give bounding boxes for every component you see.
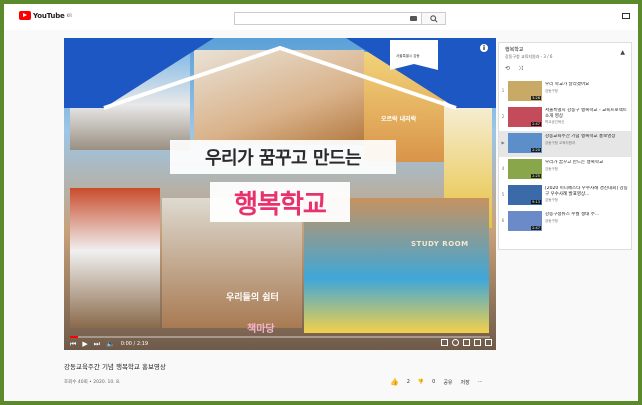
- playlist-tools: ⟲ ⤨: [505, 65, 523, 73]
- duration-badge: 2:47: [531, 226, 541, 230]
- duration-badge: 3:26: [531, 96, 541, 100]
- playlist-item-channel: 학교공간혁신: [545, 120, 565, 124]
- yard-label: 책마당: [247, 324, 275, 335]
- video-title: 강동교육주간 기념 행복학교 홍보영상: [64, 363, 166, 371]
- playlist-thumbnail[interactable]: 3:26: [508, 81, 542, 101]
- playlist-text: 강동구청뉴스 수월 생태 주... 강동구청: [545, 212, 629, 224]
- shuffle-icon[interactable]: ⤨: [518, 65, 523, 73]
- playlist-item-channel: 강동구청 교육지원과: [545, 140, 576, 145]
- more-button[interactable]: ⋯: [478, 379, 483, 385]
- title-banner: 우리가 꿈꾸고 만드는: [170, 140, 396, 174]
- shelter-label: 우리들의 쉼터: [226, 293, 279, 303]
- video-actions: 👍 2 👎 0 공유 저장 ⋯: [390, 378, 483, 386]
- browser-frame: YouTube KR 서울특별시 강동 i 오르락 내리락 우리가 꿈꾸고 만드…: [4, 4, 638, 401]
- playlist-index: 5: [501, 192, 505, 197]
- play-logo-icon: [19, 11, 31, 20]
- right-controls: [441, 339, 492, 346]
- playlist-thumbnail[interactable]: 9:13: [508, 185, 542, 205]
- keyboard-icon[interactable]: [410, 16, 417, 21]
- playlist-item-title[interactable]: 우리 학교가 달라졌어요: [545, 82, 629, 88]
- player-controls: ⏮ ▶ ⏭ 🔈 0:00 / 2:19: [64, 338, 496, 350]
- playlist-title[interactable]: 행복학교: [505, 46, 523, 53]
- miniplayer-icon[interactable]: [463, 339, 470, 346]
- playlist-text: 우리가 꿈꾸고 만드는 행복학교 강동구청: [545, 160, 629, 172]
- flag-text: 서울특별시 강동: [396, 54, 420, 58]
- youtube-logo[interactable]: YouTube KR: [19, 11, 72, 20]
- playlist-thumbnail[interactable]: 2:20: [508, 133, 542, 153]
- playlist-item-title[interactable]: 서울특별시 강동구 행복학교 - 교육프로젝트 소개 영상: [545, 108, 629, 119]
- like-icon[interactable]: 👍: [390, 378, 399, 386]
- previous-icon[interactable]: ⏮: [70, 340, 76, 349]
- playlist-index: 1: [501, 88, 505, 93]
- settings-icon[interactable]: [452, 339, 459, 346]
- playlist-text: 서울특별시 강동구 행복학교 - 교육프로젝트 소개 영상 학교공간혁신: [545, 108, 629, 125]
- search-input[interactable]: [234, 12, 422, 25]
- playlist-index: 4: [501, 166, 505, 171]
- duration-badge: 2:47: [531, 122, 541, 126]
- save-button[interactable]: 저장: [461, 379, 470, 386]
- search-icon: [430, 15, 438, 23]
- playlist-index: 6: [501, 218, 505, 223]
- duration-badge: 2:25: [531, 174, 541, 178]
- title-banner-2: 행복학교: [210, 182, 350, 222]
- playlist-item-title[interactable]: [2020 미니페스타 우수사례 경진대회] 강동구 우수사례 발표영상...: [545, 186, 629, 197]
- playlist-item-channel: 강동구청: [545, 198, 558, 202]
- playlist-item-channel: 강동구청: [545, 166, 558, 171]
- playlist-text: 강동교육주간 기념 행복학교 홍보영상 강동구청 교육지원과: [545, 134, 629, 146]
- info-icon[interactable]: i: [480, 44, 488, 52]
- playlist-item[interactable]: 5 9:13 [2020 미니페스타 우수사례 경진대회] 강동구 우수사례 발표영…: [499, 183, 631, 209]
- playlist-item[interactable]: 1 3:26 우리 학교가 달라졌어요 강동구청: [499, 79, 631, 105]
- theater-icon[interactable]: [474, 339, 481, 346]
- playlist-thumbnail[interactable]: 2:47: [508, 211, 542, 231]
- fullscreen-icon[interactable]: [485, 339, 492, 346]
- playlist-item-title[interactable]: 강동구청뉴스 수월 생태 주...: [545, 212, 629, 218]
- playlist-text: 우리 학교가 달라졌어요 강동구청: [545, 82, 629, 94]
- playlist-index: 2: [501, 114, 505, 119]
- next-icon[interactable]: ⏭: [94, 340, 100, 349]
- overlay-title: 우리가 꿈꾸고 만드는: [204, 148, 362, 169]
- duration-badge: 2:20: [531, 148, 541, 152]
- playlist-items: 1 3:26 우리 학교가 달라졌어요 강동구청 2 2:47 서울특별시 강동구 행복학교…: [499, 79, 631, 235]
- playlist-thumbnail[interactable]: 2:25: [508, 159, 542, 179]
- subtitles-icon[interactable]: [441, 339, 448, 346]
- logo-text: YouTube: [33, 11, 65, 20]
- video-player[interactable]: 서울특별시 강동 i 오르락 내리락 우리가 꿈꾸고 만드는 행복학교 STUD…: [64, 38, 496, 350]
- duration-badge: 9:13: [531, 200, 541, 204]
- study-room-label: STUDY ROOM: [411, 240, 469, 248]
- playlist-index: ▶: [501, 140, 505, 145]
- masthead: YouTube KR: [4, 4, 638, 30]
- playlist-item-channel: 강동구청: [545, 218, 558, 223]
- playlist-item[interactable]: 6 2:47 강동구청뉴스 수월 생태 주... 강동구청: [499, 209, 631, 235]
- video-meta: 조회수 40회 • 2020. 10. 8.: [64, 380, 121, 385]
- chevron-up-icon[interactable]: ▲: [620, 49, 625, 56]
- like-count: 2: [406, 379, 410, 385]
- loop-icon[interactable]: ⟲: [505, 65, 510, 73]
- room-label: 오르락 내리락: [381, 116, 417, 123]
- share-button[interactable]: 공유: [443, 379, 452, 386]
- play-icon[interactable]: ▶: [82, 340, 87, 348]
- playlist-thumbnail[interactable]: 2:47: [508, 107, 542, 127]
- volume-icon[interactable]: 🔈: [106, 340, 115, 348]
- playlist-subtitle: 강동구청 교육지원과 - 3 / 6: [505, 54, 553, 59]
- playlist-panel: 행복학교 강동구청 교육지원과 - 3 / 6 ▲ ⟲ ⤨ 1 3:26 우리 학교…: [498, 42, 632, 250]
- logo-region: KR: [66, 13, 72, 18]
- dislike-count: 0: [432, 379, 436, 385]
- playlist-item-title[interactable]: 우리가 꿈꾸고 만드는 행복학교: [545, 160, 629, 166]
- playlist-item[interactable]: 4 2:25 우리가 꿈꾸고 만드는 행복학교 강동구청: [499, 157, 631, 183]
- playlist-item[interactable]: ▶ 2:20 강동교육주간 기념 행복학교 홍보영상 강동구청 교육지원과: [499, 131, 631, 157]
- playlist-item[interactable]: 2 2:47 서울특별시 강동구 행복학교 - 교육프로젝트 소개 영상 학교공간혁신: [499, 105, 631, 131]
- playlist-text: [2020 미니페스타 우수사례 경진대회] 강동구 우수사례 발표영상... 강…: [545, 186, 629, 203]
- playlist-item-channel: 강동구청: [545, 88, 558, 93]
- playlist-item-title[interactable]: 강동교육주간 기념 행복학교 홍보영상: [545, 134, 629, 140]
- time-display: 0:00 / 2:19: [120, 341, 149, 347]
- upload-icon[interactable]: [622, 13, 630, 19]
- search-button[interactable]: [422, 12, 446, 25]
- dislike-icon[interactable]: 👎: [418, 379, 424, 385]
- overlay-subtitle: 행복학교: [234, 189, 327, 220]
